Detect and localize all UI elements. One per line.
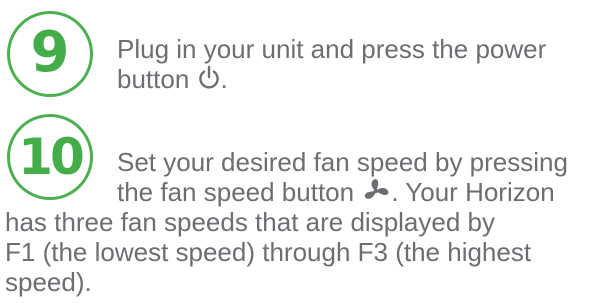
step-10-text-5: F1 (the lowest speed) through F3 (the hi… [5,237,532,267]
step-9-text-1: Plug in your unit and press the power [117,34,547,64]
step-9-text-3: . [220,64,228,94]
fan-icon [361,178,391,210]
step-10-line-4: F1 (the lowest speed) through F3 (the hi… [5,237,531,267]
step-10-badge: 10 [7,114,93,200]
step-10-text-4: has three fan speeds that are displayed … [5,207,495,237]
step-9-line-2: button . [117,64,228,97]
step-9-badge: 9 [7,11,93,97]
step-10-line-5: speed). [5,267,92,297]
step-10-text-1: Set your desired fan speed by pressing [117,147,568,177]
power-icon [197,65,221,97]
step-10-text-6: speed). [5,267,92,297]
step-10-number: 10 [18,128,85,186]
step-9-line-1: Plug in your unit and press the power [117,34,546,64]
step-9-text-2: button [117,64,190,94]
step-10-text-2: the fan speed button [117,177,355,207]
step-9-number: 9 [30,20,70,85]
step-10-text-3: . Your Horizon [391,177,555,207]
step-10-line-1: Set your desired fan speed by pressing [117,147,568,177]
step-10-line-3: has three fan speeds that are displayed … [5,207,495,237]
step-10-line-2: the fan speed button . Your Horizon [117,177,555,210]
